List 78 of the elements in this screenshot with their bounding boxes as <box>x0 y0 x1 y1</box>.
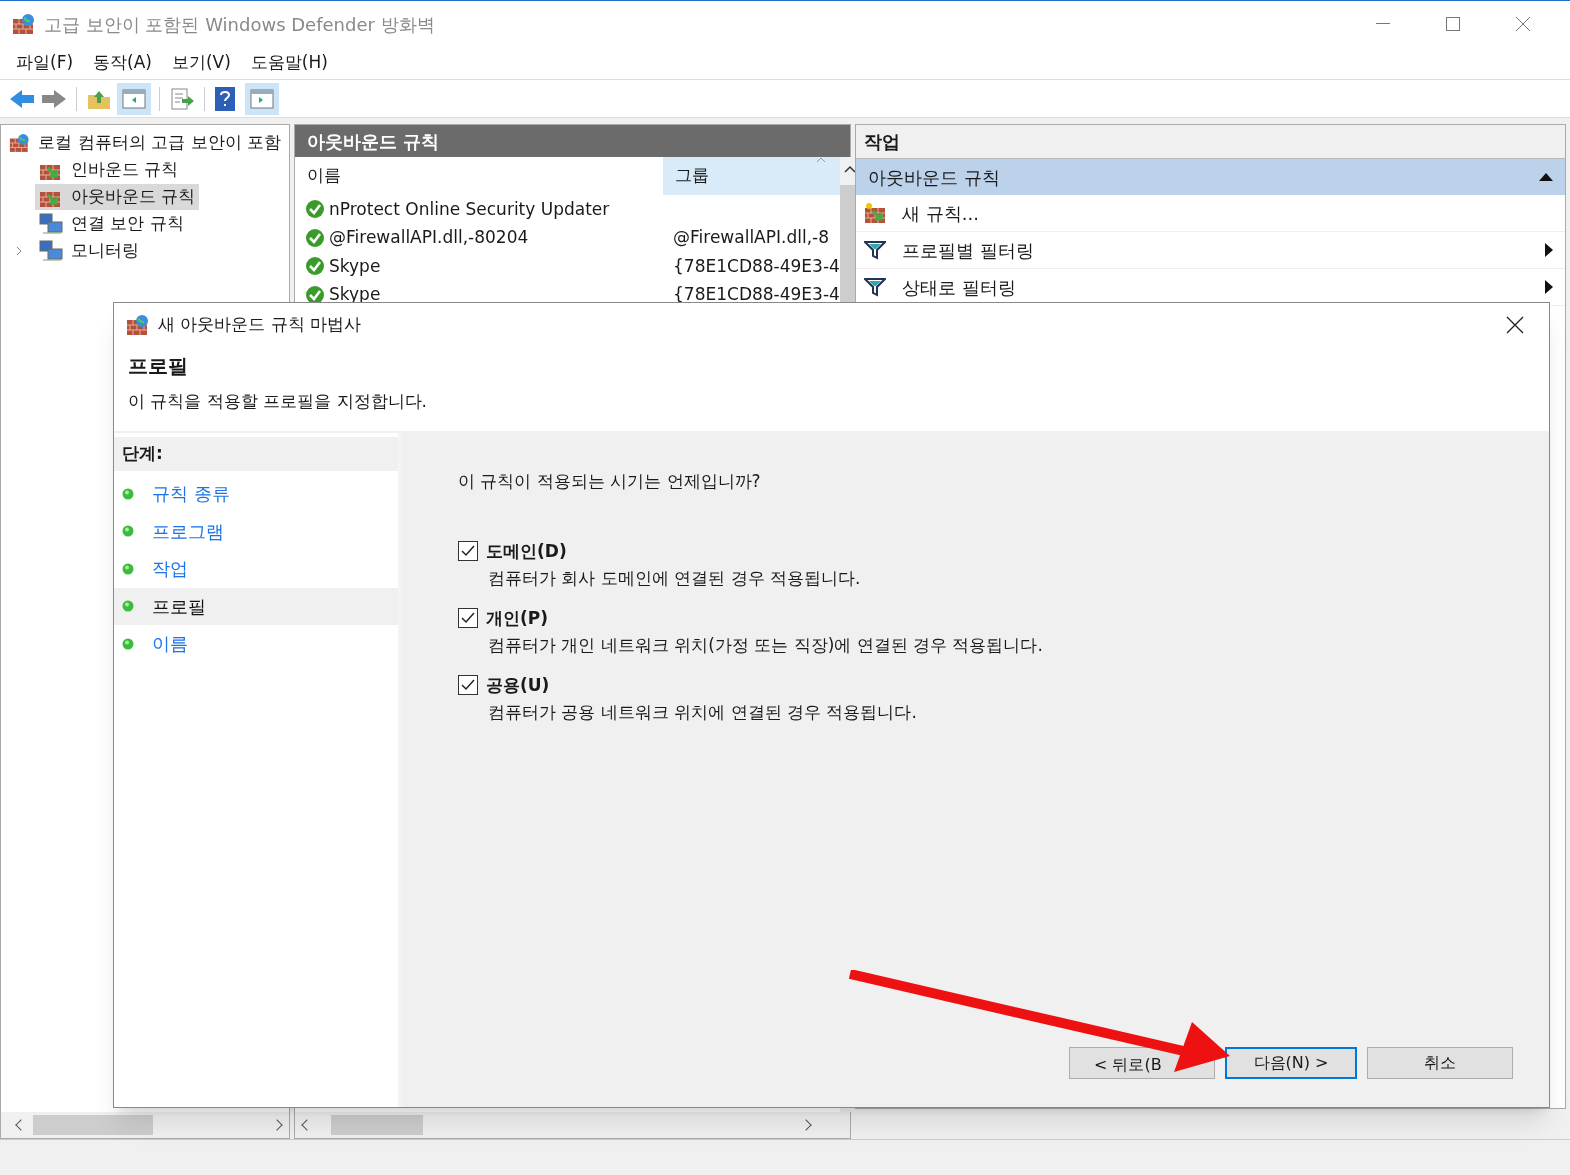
window-title: 고급 보안이 포함된 Windows Defender 방화벽 <box>44 12 435 37</box>
new-rule-icon <box>864 202 888 224</box>
menu-item[interactable]: 파일(F) <box>8 50 82 76</box>
close-icon <box>1515 16 1531 32</box>
panel-title: 아웃바운드 규칙 <box>295 125 850 157</box>
tree-item[interactable]: 로컬 컴퓨터의 고급 보안이 포함 <box>38 129 281 156</box>
section-header[interactable]: 아웃바운드 규칙 <box>856 159 1565 195</box>
tree-item[interactable]: 아웃바운드 규칙 <box>35 183 200 210</box>
computers-icon <box>39 239 63 262</box>
step-dot-icon <box>122 487 134 500</box>
show-action-pane-button[interactable] <box>245 82 279 115</box>
close-icon <box>1506 316 1524 334</box>
option-description: 컴퓨터가 개인 네트워크 위치(가정 또는 직장)에 연결된 경우 적용됩니다. <box>488 634 1043 657</box>
table-cell-text: nProtect Online Security Updater <box>329 197 610 221</box>
checkbox[interactable] <box>458 541 478 562</box>
filter-icon <box>864 240 886 260</box>
column-header[interactable]: 이름 <box>295 157 663 195</box>
checkbox[interactable] <box>458 608 478 629</box>
question-text: 이 규칙이 적용되는 시기는 언제입니까? <box>458 470 761 493</box>
next-button[interactable]: 다음(N) > <box>1225 1047 1357 1079</box>
export-icon[interactable] <box>168 86 196 111</box>
wizard-step[interactable]: 작업 <box>114 550 398 588</box>
wizard-step[interactable]: 규칙 종류 <box>114 475 398 513</box>
step-dot-icon <box>122 562 134 575</box>
enabled-check-icon <box>305 199 325 220</box>
action-item[interactable]: 프로필별 필터링 <box>856 232 1565 269</box>
maximize-icon <box>1446 17 1460 31</box>
steps-heading: 단계: <box>114 437 398 471</box>
table-cell-text: Skype <box>329 254 381 278</box>
checkbox[interactable] <box>458 675 478 696</box>
wizard-step[interactable]: 프로그램 <box>114 512 398 550</box>
firewall-icon <box>9 131 31 154</box>
option-description: 컴퓨터가 공용 네트워크 위치에 연결된 경우 적용됩니다. <box>488 701 917 724</box>
page-description: 이 규칙을 적용할 프로필을 지정합니다. <box>128 390 428 413</box>
table-cell: {78E1CD88-49E3-4 <box>673 284 840 304</box>
dialog-button[interactable]: 취소 <box>1367 1047 1513 1079</box>
tree-item[interactable]: 연결 보안 규칙 <box>35 210 188 237</box>
menu-item[interactable]: 동작(A) <box>85 50 160 76</box>
wizard-step[interactable]: 이름 <box>114 625 398 663</box>
table-cell: {78E1CD88-49E3-4 <box>673 255 840 276</box>
menu-item[interactable]: 보기(V) <box>163 50 239 76</box>
column-header[interactable]: 그룹 <box>663 157 840 195</box>
help-icon[interactable] <box>213 85 237 112</box>
tree-item[interactable]: 모니터링 <box>35 237 143 264</box>
minimize-icon <box>1376 23 1390 25</box>
table-cell: @FirewallAPI.dll,-8 <box>673 227 829 247</box>
step-dot-icon <box>122 525 134 538</box>
firewall-icon <box>126 314 150 336</box>
tree-item[interactable]: 인바운드 규칙 <box>35 156 183 183</box>
scroll-up-icon[interactable] <box>843 165 856 173</box>
enabled-check-icon <box>305 256 325 277</box>
page-heading: 프로필 <box>128 353 188 380</box>
scroll-thumb[interactable] <box>331 1115 423 1135</box>
expand-icon[interactable] <box>15 244 23 257</box>
dialog-title: 새 아웃바운드 규칙 마법사 <box>158 313 362 337</box>
menu-item[interactable]: 도움말(H) <box>242 50 336 76</box>
enabled-check-icon <box>305 227 325 248</box>
pane-icon <box>250 88 274 109</box>
horizontal-scrollbar[interactable] <box>295 1112 850 1138</box>
step-dot-icon <box>122 600 134 613</box>
firewall-icon <box>12 13 36 35</box>
show-tree-button[interactable] <box>117 82 151 115</box>
step-dot-icon <box>122 637 134 650</box>
pane-icon <box>122 88 146 109</box>
sort-icon <box>815 157 826 163</box>
checkbox-label: 도메인(D) <box>486 539 567 563</box>
horizontal-scrollbar[interactable] <box>1 1112 289 1138</box>
action-item[interactable]: 새 규칙... <box>856 195 1565 232</box>
table-cell-text: @FirewallAPI.dll,-80204 <box>329 226 529 249</box>
panel-title: 작업 <box>856 125 1565 159</box>
scroll-thumb[interactable] <box>33 1115 153 1135</box>
checkbox-label: 개인(P) <box>486 606 548 630</box>
wizard-step[interactable]: 프로필 <box>114 587 398 625</box>
filter-icon <box>864 277 886 297</box>
computers-icon <box>39 212 63 235</box>
checkbox-label: 공용(U) <box>486 673 550 697</box>
option-description: 컴퓨터가 회사 도메인에 연결된 경우 적용됩니다. <box>488 567 861 590</box>
table-cell-text: Skype <box>329 283 381 306</box>
